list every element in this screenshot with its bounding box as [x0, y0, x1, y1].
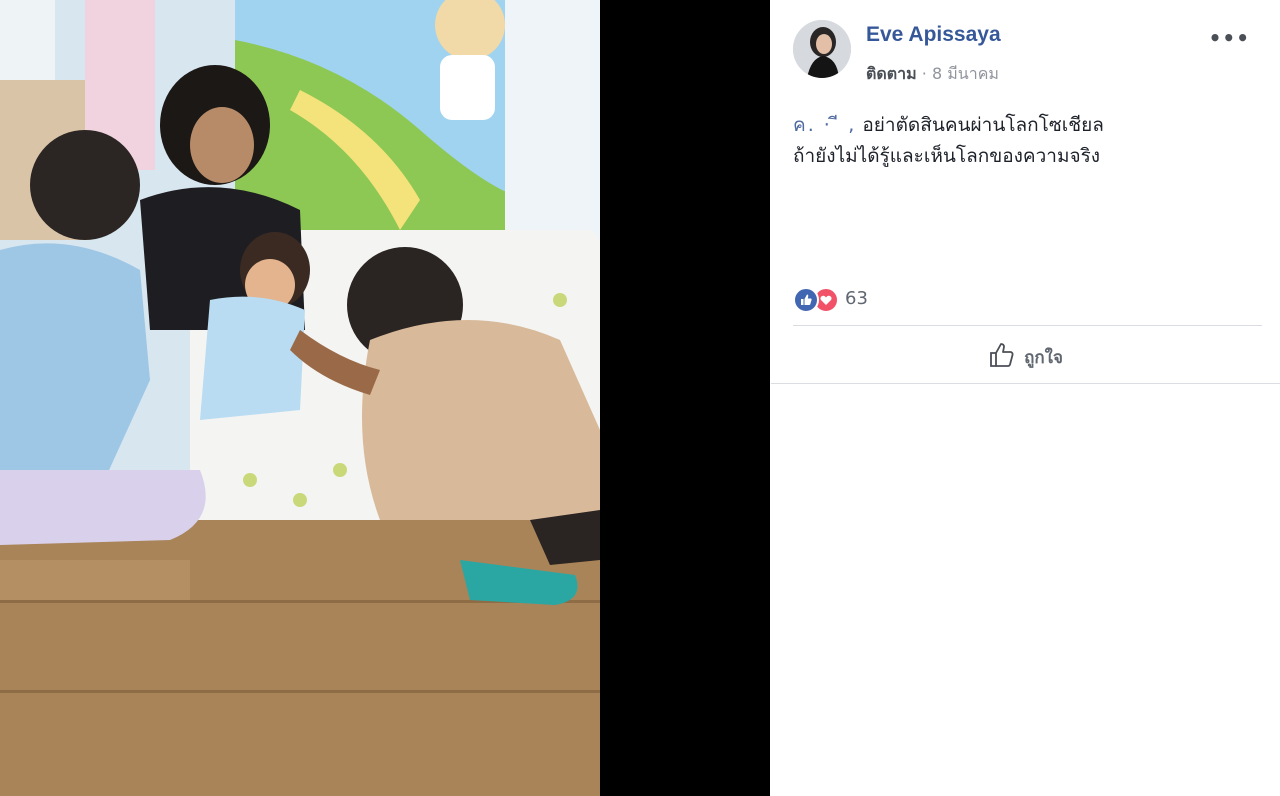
post-meta: ติดตาม · 8 มีนาคม	[866, 62, 999, 87]
like-button[interactable]: ถูกใจ	[771, 338, 1280, 376]
ellipsis-icon[interactable]: •••	[1209, 26, 1250, 50]
post-text: ค. · ี , อย่าตัดสินคนผ่านโลกโซเชียล ถ้าย…	[793, 110, 1263, 172]
redacted-name: ค. · ี ,	[793, 114, 857, 136]
follow-link[interactable]: ติดตาม	[866, 64, 917, 83]
author-name[interactable]: Eve Apissaya	[866, 23, 1001, 47]
divider	[771, 383, 1280, 384]
post-panel: Eve Apissaya ติดตาม · 8 มีนาคม ••• ค. · …	[771, 0, 1280, 796]
meta-separator: ·	[921, 64, 927, 83]
like-button-label: ถูกใจ	[1024, 347, 1063, 368]
divider	[793, 325, 1262, 326]
post-photo[interactable]	[0, 0, 600, 796]
avatar[interactable]	[793, 20, 851, 78]
reaction-count[interactable]: 63	[845, 288, 868, 309]
post-text-line-2: ถ้ายังไม่ได้รู้และเห็นโลกของความจริง	[793, 145, 1101, 167]
post-date[interactable]: 8 มีนาคม	[932, 64, 999, 83]
post-header: Eve Apissaya ติดตาม · 8 มีนาคม •••	[793, 20, 1262, 83]
thumbs-up-icon	[793, 287, 819, 313]
photo-viewer[interactable]	[0, 0, 770, 796]
post-text-line-1: ค. · ี , อย่าตัดสินคนผ่านโลกโซเชียล	[793, 114, 1104, 136]
thumbs-up-outline-icon	[988, 341, 1016, 373]
